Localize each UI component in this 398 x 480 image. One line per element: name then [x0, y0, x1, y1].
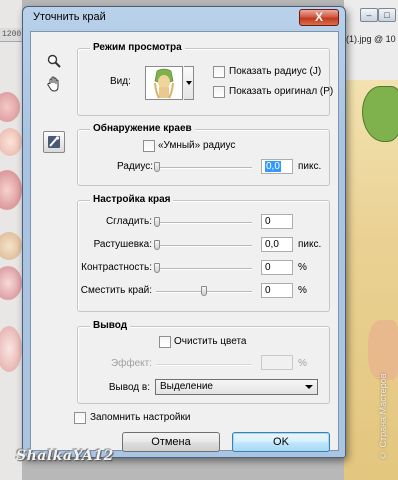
chevron-down-icon — [305, 385, 313, 389]
minimize-button[interactable]: – — [360, 8, 378, 22]
amount-input — [261, 355, 293, 370]
flower-image — [0, 92, 20, 122]
shift-edge-unit: % — [298, 285, 307, 296]
shift-edge-input[interactable]: 0 — [261, 283, 293, 298]
watermark-left: ShalkaYA12 — [16, 448, 114, 464]
contrast-label: Контрастность: — [81, 262, 152, 273]
output-legend: Вывод — [90, 320, 131, 331]
flower-image — [0, 326, 22, 372]
radius-unit: пикс. — [298, 161, 322, 172]
smart-radius-checkbox[interactable] — [143, 140, 155, 152]
view-thumbnail[interactable] — [145, 66, 183, 100]
view-label: Вид: — [110, 76, 131, 87]
feather-input[interactable]: 0,0 — [261, 237, 293, 252]
contrast-slider-thumb[interactable] — [154, 263, 160, 273]
shift-edge-slider-thumb[interactable] — [201, 286, 207, 296]
flower-image — [0, 170, 22, 210]
smooth-slider-thumb[interactable] — [154, 217, 160, 227]
radius-slider-thumb[interactable] — [154, 162, 160, 172]
ruler: 1200 — [0, 28, 22, 42]
feather-unit: пикс. — [298, 239, 322, 250]
show-radius-label: Показать радиус (J) — [229, 66, 322, 77]
hand-icon[interactable] — [44, 74, 64, 94]
document-tab[interactable]: (1).jpg @ 10 — [346, 34, 398, 48]
radius-input[interactable]: 0,0 — [261, 159, 293, 174]
output-to-select[interactable]: Выделение — [155, 379, 318, 395]
adjust-edge-group: Настройка края Сгладить: 0 Растушевка: 0… — [77, 194, 330, 312]
smooth-slider[interactable] — [156, 222, 252, 224]
view-mode-group: Режим просмотра Вид: Показать радиус (J)… — [77, 42, 334, 116]
adjust-edge-legend: Настройка края — [90, 194, 174, 205]
dialog-body: Режим просмотра Вид: Показать радиус (J)… — [30, 31, 339, 452]
show-radius-checkbox[interactable] — [213, 66, 225, 78]
cancel-button[interactable]: Отмена — [122, 432, 220, 452]
decontaminate-label: Очистить цвета — [174, 336, 247, 347]
feather-label: Растушевка: — [93, 239, 152, 250]
close-button[interactable]: X — [299, 9, 339, 26]
decontaminate-checkbox[interactable] — [159, 336, 171, 348]
dialog-title: Уточнить край — [33, 11, 106, 23]
contrast-unit: % — [298, 262, 307, 273]
watermark-right: © Страна Мастеров — [378, 373, 388, 460]
flower-image — [0, 232, 22, 260]
output-to-label: Вывод в: — [108, 382, 150, 393]
smooth-label: Сгладить: — [105, 216, 152, 227]
edge-detection-legend: Обнаружение краев — [90, 123, 195, 134]
remember-settings-label: Запомнить настройки — [90, 412, 191, 423]
shift-edge-label: Сместить край: — [80, 285, 152, 296]
feather-slider-thumb[interactable] — [154, 240, 160, 250]
refine-edge-dialog: Уточнить край X Режим просмотра Вид: Пок… — [22, 6, 346, 458]
flower-image — [0, 128, 22, 156]
show-original-checkbox[interactable] — [213, 86, 225, 98]
remember-settings-checkbox[interactable] — [74, 412, 86, 424]
magnifier-icon[interactable] — [44, 51, 64, 71]
flower-image — [0, 266, 22, 300]
amount-unit: % — [298, 358, 307, 369]
smart-radius-label: «Умный» радиус — [158, 140, 236, 151]
refine-radius-brush-icon[interactable] — [43, 131, 65, 153]
contrast-slider[interactable] — [156, 268, 252, 270]
show-original-label: Показать оригинал (P) — [229, 86, 334, 97]
smooth-input[interactable]: 0 — [261, 214, 293, 229]
output-to-value: Выделение — [160, 381, 213, 392]
title-bar[interactable]: Уточнить край X — [23, 7, 345, 29]
view-mode-legend: Режим просмотра — [90, 42, 185, 53]
view-dropdown-arrow[interactable] — [184, 66, 194, 100]
amount-label: Эффект: — [110, 358, 152, 369]
amount-slider — [156, 364, 252, 366]
feather-slider[interactable] — [156, 245, 252, 247]
contrast-input[interactable]: 0 — [261, 260, 293, 275]
canvas-left-strip: 1200 — [0, 0, 22, 480]
maximize-button[interactable]: □ — [378, 8, 396, 22]
ok-button[interactable]: OK — [232, 432, 330, 452]
output-group: Вывод Очистить цвета Эффект: % Вывод в: … — [77, 320, 330, 404]
radius-label: Радиус: — [117, 161, 153, 172]
radius-slider[interactable] — [156, 167, 252, 169]
edge-detection-group: Обнаружение краев «Умный» радиус Радиус:… — [77, 123, 330, 186]
